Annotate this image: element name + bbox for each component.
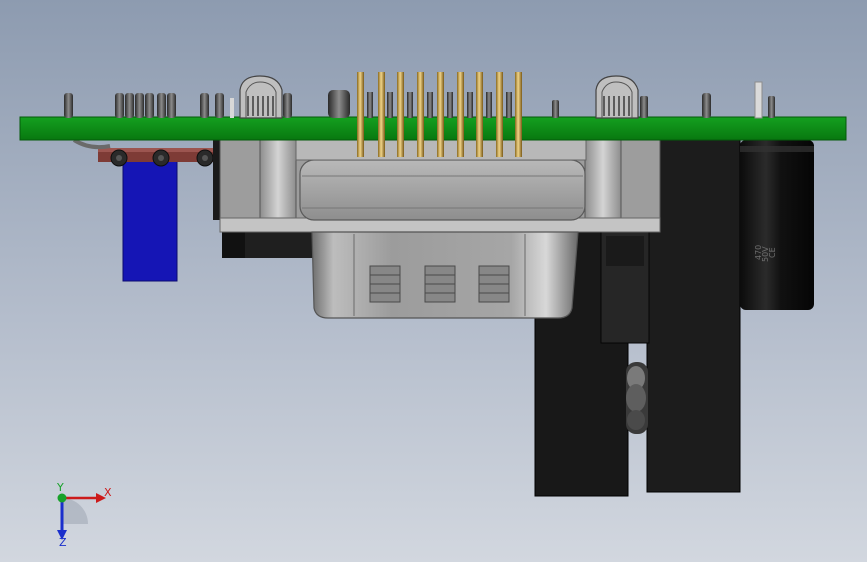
dsub-bracket-right — [584, 137, 622, 223]
dsub-upper-shell — [299, 159, 586, 221]
dsub-bracket-left — [259, 137, 297, 223]
electrolytic-capacitor: 470 50V CE — [740, 140, 814, 310]
grommet — [626, 362, 648, 434]
y-axis-dot — [57, 493, 67, 503]
spring-clip-left — [239, 75, 283, 119]
spring-clip-right — [595, 75, 648, 119]
vent-slots — [369, 265, 510, 303]
blue-heatshrink-sleeve — [122, 157, 178, 282]
mounting-plate-inner — [600, 214, 650, 344]
orientation-triad[interactable]: X Y Z — [40, 478, 120, 548]
graphics-viewport[interactable]: 470 50V CE X Y Z — [0, 0, 867, 562]
cad-model-view[interactable]: 470 50V CE — [0, 0, 867, 562]
x-axis-label: X — [104, 486, 112, 499]
mounting-plate-right — [646, 137, 741, 493]
capacitor-marking-bottom: CE — [768, 247, 777, 258]
y-axis-label: Y — [56, 481, 64, 494]
pcb-board — [19, 116, 847, 141]
header-pins — [357, 72, 522, 157]
z-axis-label: Z — [59, 536, 67, 548]
